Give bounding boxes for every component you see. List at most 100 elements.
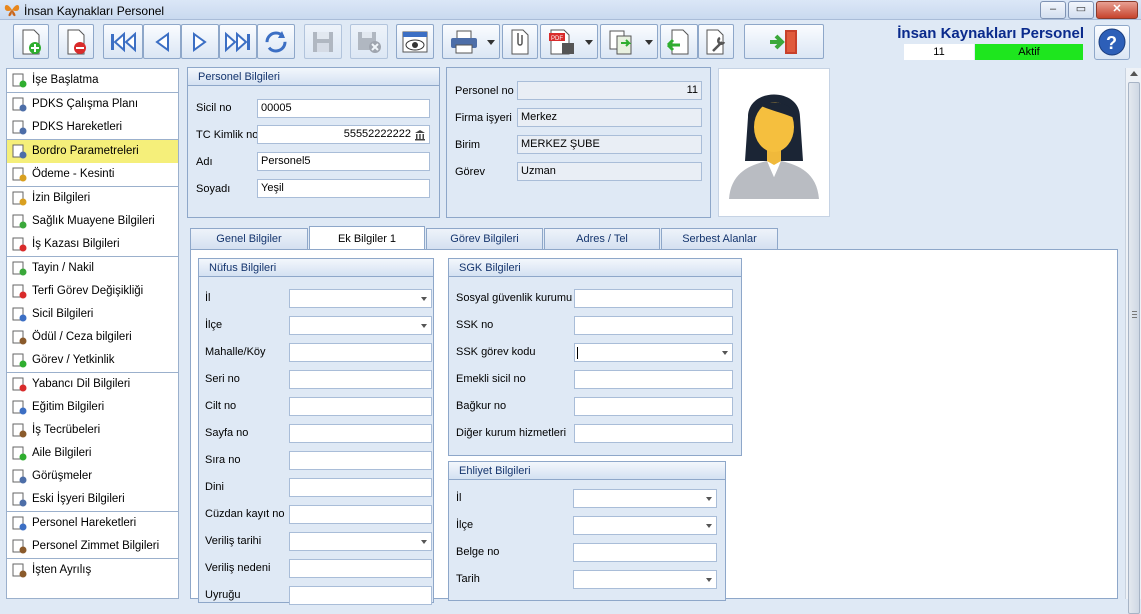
minimize-button[interactable]: –	[1040, 1, 1066, 19]
scroll-up-arrow-icon[interactable]	[1130, 71, 1138, 76]
close-button[interactable]: ✕	[1096, 1, 1138, 19]
maximize-button[interactable]: ▭	[1068, 1, 1094, 19]
sidebar-item-icon	[12, 377, 27, 392]
nufus-dini-input[interactable]	[289, 478, 432, 497]
copy-button[interactable]	[600, 24, 658, 59]
sidebar-item-is-tecrubeleri[interactable]: İş Tecrübeleri	[7, 419, 178, 442]
print-button[interactable]	[442, 24, 500, 59]
attachment-button[interactable]	[502, 24, 538, 59]
sidebar-item-gorev-yetkinlik[interactable]: Görev / Yetkinlik	[7, 349, 178, 372]
preview-button[interactable]	[396, 24, 434, 59]
save-button[interactable]	[304, 24, 342, 59]
nufus-cilt-no-input[interactable]	[289, 397, 432, 416]
tab-genel-bilgiler[interactable]: Genel Bilgiler	[190, 228, 308, 250]
nufus-seri-no-input[interactable]	[289, 370, 432, 389]
sidebar-item-sicil-bilgileri[interactable]: Sicil Bilgileri	[7, 303, 178, 326]
sidebar-item-isten-ayrilis[interactable]: İşten Ayrılış	[7, 559, 178, 582]
ehliyet-belge-no-input[interactable]	[573, 543, 717, 562]
sidebar-item-personel-hareketleri[interactable]: Personel Hareketleri	[7, 512, 178, 535]
sidebar-item-personel-zimmet-bilgileri[interactable]: Personel Zimmet Bilgileri	[7, 535, 178, 558]
nufus-sayfa-no-input[interactable]	[289, 424, 432, 443]
sidebar-item-icon	[12, 307, 27, 322]
sgk-ssk-gorev-kodu-select[interactable]	[574, 343, 733, 362]
sidebar-item-yabanci-dil-bilgileri[interactable]: Yabancı Dil Bilgileri	[7, 373, 178, 396]
scrollbar-thumb[interactable]	[1128, 82, 1140, 614]
personel-photo[interactable]	[718, 68, 830, 217]
nufus-uyrugu-input[interactable]	[289, 586, 432, 605]
tab-serbest-alanlar[interactable]: Serbest Alanlar	[661, 228, 778, 250]
ehliyet-ilce-select[interactable]	[573, 516, 717, 535]
adi-input[interactable]: Personel5	[257, 152, 430, 171]
tc-input[interactable]: 55552222222	[257, 125, 430, 144]
sidebar-item-odeme-kesinti[interactable]: Ödeme - Kesinti	[7, 163, 178, 186]
sidebar-item-odul-ceza-bilgileri[interactable]: Ödül / Ceza bilgileri	[7, 326, 178, 349]
nufus-bilgileri-title: Nüfus Bilgileri	[199, 259, 433, 277]
sgk-ssk-no-input[interactable]	[574, 316, 733, 335]
last-record-button[interactable]	[219, 24, 257, 59]
sgk-diger-kurum-hizmetleri-input[interactable]	[574, 424, 733, 443]
settings-button[interactable]	[698, 24, 734, 59]
tab-adres-tel[interactable]: Adres / Tel	[544, 228, 660, 250]
nufus-cuzdan-kayit-no-input[interactable]	[289, 505, 432, 524]
chevron-down-icon[interactable]	[421, 324, 427, 328]
sgk-bagkur-no-input[interactable]	[574, 397, 733, 416]
sidebar-item-saglik-muayene-bilgileri[interactable]: Sağlık Muayene Bilgileri	[7, 210, 178, 233]
nufus-il-select[interactable]	[289, 289, 432, 308]
exit-button[interactable]	[744, 24, 824, 59]
sidebar-item-izin-bilgileri[interactable]: İzin Bilgileri	[7, 187, 178, 210]
chevron-down-icon[interactable]	[706, 578, 712, 582]
sidebar-item-gorusmeler[interactable]: Görüşmeler	[7, 465, 178, 488]
personel-bilgileri-panel: Personel Bilgileri Sicil no 00005 TC Kim…	[187, 67, 440, 218]
nufus-sira-no-input[interactable]	[289, 451, 432, 470]
sidebar-item-is-kazasi-bilgileri[interactable]: İş Kazası Bilgileri	[7, 233, 178, 256]
sidebar-item-egitim-bilgileri[interactable]: Eğitim Bilgileri	[7, 396, 178, 419]
sidebar-group: Tayin / Nakil Terfi Görev Değişikliği Sici…	[7, 257, 178, 373]
bank-icon[interactable]	[414, 129, 426, 141]
sidebar-item-ise-baslatma[interactable]: İşe Başlatma	[7, 69, 178, 92]
nufus-verilis-nedeni-input[interactable]	[289, 559, 432, 578]
tab-gorev-bilgileri[interactable]: Görev Bilgileri	[426, 228, 543, 250]
nufus-ilce-select[interactable]	[289, 316, 432, 335]
chevron-down-icon[interactable]	[421, 540, 427, 544]
sidebar-item-eski-isyeri-bilgileri[interactable]: Eski İşyeri Bilgileri	[7, 488, 178, 511]
help-icon: ?	[1098, 28, 1126, 56]
gorev-value: Uzman	[517, 162, 702, 181]
ehliyet-il-select[interactable]	[573, 489, 717, 508]
ehliyet-bilgileri-panel: Ehliyet Bilgileri İl İlçe Belge no Tarih	[448, 461, 726, 601]
sicil-input[interactable]: 00005	[257, 99, 430, 118]
vertical-scrollbar[interactable]	[1125, 68, 1141, 614]
chevron-down-icon[interactable]	[722, 351, 728, 355]
sidebar-item-label: Görüşmeler	[32, 470, 93, 482]
sidebar-item-tayin-nakil[interactable]: Tayin / Nakil	[7, 257, 178, 280]
pdf-export-button[interactable]: PDF	[540, 24, 598, 59]
nufus-verilis-tarihi-select[interactable]	[289, 532, 432, 551]
nufus-uyrugu-label: Uyruğu	[205, 589, 241, 601]
nufus-cilt-no-label: Cilt no	[205, 400, 237, 412]
import-button[interactable]	[660, 24, 698, 59]
help-button[interactable]: ?	[1094, 25, 1130, 60]
soyadi-input[interactable]: Yeşil	[257, 179, 430, 198]
sidebar-item-icon	[12, 400, 27, 415]
refresh-button[interactable]	[257, 24, 295, 59]
chevron-down-icon[interactable]	[706, 524, 712, 528]
sidebar-item-terfi-gorev-degisikligi[interactable]: Terfi Görev Değişikliği	[7, 280, 178, 303]
nufus-mahalle-koy-input[interactable]	[289, 343, 432, 362]
previous-record-button[interactable]	[143, 24, 181, 59]
sidebar-item-aile-bilgileri[interactable]: Aile Bilgileri	[7, 442, 178, 465]
sidebar-item-pdks-hareketleri[interactable]: PDKS Hareketleri	[7, 116, 178, 139]
sgk-emekli-sicil-no-input[interactable]	[574, 370, 733, 389]
first-record-button[interactable]	[103, 24, 143, 59]
cancel-save-button[interactable]	[350, 24, 388, 59]
sgk-sosyal-guvenlik-kurumu-input[interactable]	[574, 289, 733, 308]
sidebar-item-bordro-parametreleri[interactable]: Bordro Parametreleri	[7, 140, 178, 163]
ehliyet-tarih-select[interactable]	[573, 570, 717, 589]
new-record-button[interactable]	[13, 24, 49, 59]
sidebar-item-pdks-calisma-plani[interactable]: PDKS Çalışma Planı	[7, 93, 178, 116]
chevron-down-icon[interactable]	[421, 297, 427, 301]
next-record-button[interactable]	[181, 24, 219, 59]
sidebar-item-label: PDKS Çalışma Planı	[32, 98, 139, 110]
chevron-down-icon[interactable]	[706, 497, 712, 501]
tab-ek-bilgiler-1[interactable]: Ek Bilgiler 1	[309, 226, 425, 250]
delete-record-button[interactable]	[58, 24, 94, 59]
last-icon	[225, 31, 250, 52]
